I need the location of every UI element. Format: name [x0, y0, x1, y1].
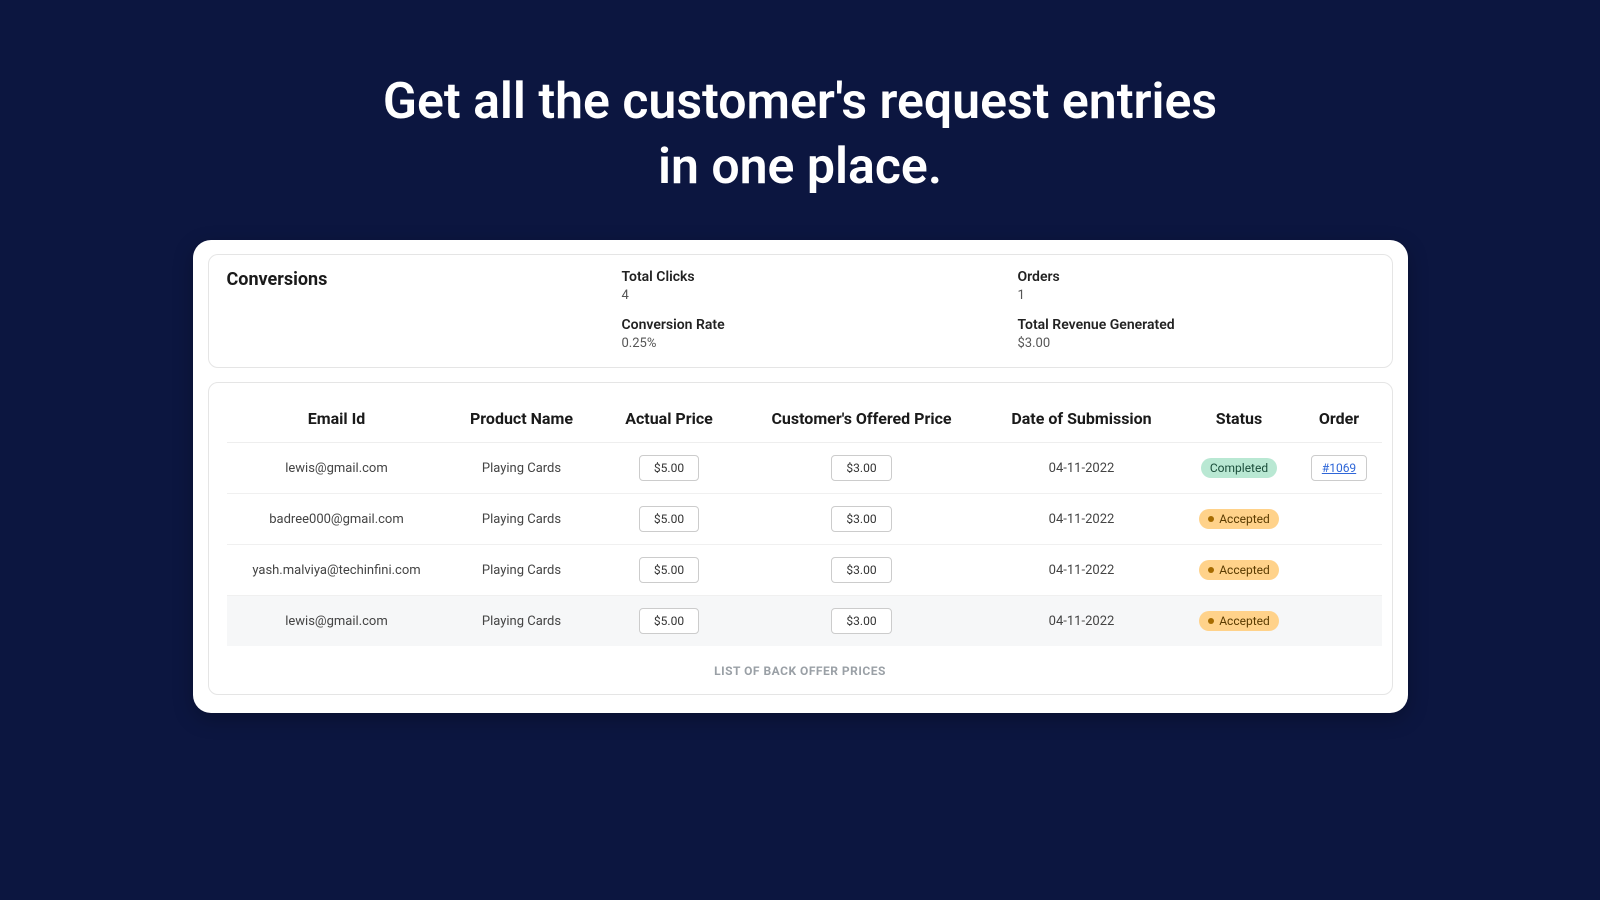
- conversions-panel: Conversions Total Clicks 4 Orders 1 Conv…: [208, 254, 1393, 368]
- conversions-title: Conversions: [227, 269, 622, 351]
- cell-date: 04-11-2022: [982, 443, 1182, 494]
- stat-value-conversion-rate: 0.25%: [622, 336, 978, 351]
- stat-total-revenue: Total Revenue Generated $3.00: [1018, 317, 1374, 351]
- cell-status: Accepted: [1182, 545, 1297, 596]
- stat-value-orders: 1: [1018, 288, 1374, 303]
- cell-email: lewis@gmail.com: [227, 596, 447, 647]
- cell-date: 04-11-2022: [982, 494, 1182, 545]
- cell-product: Playing Cards: [447, 494, 597, 545]
- headline-line-1: Get all the customer's request entries: [383, 73, 1217, 131]
- cell-offered-price: $3.00: [742, 494, 982, 545]
- actual-price-box[interactable]: $5.00: [639, 608, 699, 634]
- stat-label-conversion-rate: Conversion Rate: [622, 317, 978, 333]
- table-row: badree000@gmail.comPlaying Cards $5.00 $3.…: [227, 494, 1382, 545]
- cell-product: Playing Cards: [447, 545, 597, 596]
- table-row: yash.malviya@techinfini.comPlaying Cards…: [227, 545, 1382, 596]
- th-product: Product Name: [447, 397, 597, 443]
- offered-price-box[interactable]: $3.00: [831, 608, 891, 634]
- cell-status: Completed: [1182, 443, 1297, 494]
- cell-order: [1297, 545, 1382, 596]
- actual-price-box[interactable]: $5.00: [639, 557, 699, 583]
- table-row: lewis@gmail.comPlaying Cards $5.00 $3.00 04…: [227, 443, 1382, 494]
- status-badge: Accepted: [1199, 560, 1279, 580]
- cell-order: [1297, 596, 1382, 647]
- cell-actual-price: $5.00: [597, 545, 742, 596]
- status-badge: Completed: [1201, 458, 1277, 478]
- cell-status: Accepted: [1182, 596, 1297, 647]
- cell-product: Playing Cards: [447, 596, 597, 647]
- cell-order: [1297, 494, 1382, 545]
- cell-actual-price: $5.00: [597, 443, 742, 494]
- status-badge: Accepted: [1199, 509, 1279, 529]
- stat-value-total-revenue: $3.00: [1018, 336, 1374, 351]
- page-headline: Get all the customer's request entries i…: [0, 0, 1600, 240]
- cell-email: lewis@gmail.com: [227, 443, 447, 494]
- main-card: Conversions Total Clicks 4 Orders 1 Conv…: [193, 240, 1408, 713]
- cell-offered-price: $3.00: [742, 443, 982, 494]
- cell-product: Playing Cards: [447, 443, 597, 494]
- cell-email: yash.malviya@techinfini.com: [227, 545, 447, 596]
- cell-date: 04-11-2022: [982, 545, 1182, 596]
- stat-label-orders: Orders: [1018, 269, 1374, 285]
- th-offered: Customer's Offered Price: [742, 397, 982, 443]
- status-badge: Accepted: [1199, 611, 1279, 631]
- offered-price-box[interactable]: $3.00: [831, 455, 891, 481]
- order-link[interactable]: #1069: [1311, 455, 1367, 481]
- stat-orders: Orders 1: [1018, 269, 1374, 303]
- cell-offered-price: $3.00: [742, 596, 982, 647]
- headline-line-2: in one place.: [658, 138, 942, 196]
- stat-conversion-rate: Conversion Rate 0.25%: [622, 317, 978, 351]
- cell-actual-price: $5.00: [597, 494, 742, 545]
- offered-price-box[interactable]: $3.00: [831, 557, 891, 583]
- actual-price-box[interactable]: $5.00: [639, 506, 699, 532]
- stat-value-total-clicks: 4: [622, 288, 978, 303]
- stat-label-total-clicks: Total Clicks: [622, 269, 978, 285]
- actual-price-box[interactable]: $5.00: [639, 455, 699, 481]
- stat-total-clicks: Total Clicks 4: [622, 269, 978, 303]
- table-row: lewis@gmail.comPlaying Cards $5.00 $3.00 04…: [227, 596, 1382, 647]
- offers-panel: Email Id Product Name Actual Price Custo…: [208, 382, 1393, 695]
- th-status: Status: [1182, 397, 1297, 443]
- cell-actual-price: $5.00: [597, 596, 742, 647]
- th-email: Email Id: [227, 397, 447, 443]
- cell-email: badree000@gmail.com: [227, 494, 447, 545]
- th-date: Date of Submission: [982, 397, 1182, 443]
- cell-status: Accepted: [1182, 494, 1297, 545]
- offered-price-box[interactable]: $3.00: [831, 506, 891, 532]
- cell-order: #1069: [1297, 443, 1382, 494]
- th-order: Order: [1297, 397, 1382, 443]
- stat-label-total-revenue: Total Revenue Generated: [1018, 317, 1374, 333]
- cell-date: 04-11-2022: [982, 596, 1182, 647]
- offers-table: Email Id Product Name Actual Price Custo…: [227, 397, 1382, 646]
- cell-offered-price: $3.00: [742, 545, 982, 596]
- th-actual: Actual Price: [597, 397, 742, 443]
- table-footer-label: LIST OF BACK OFFER PRICES: [227, 646, 1374, 678]
